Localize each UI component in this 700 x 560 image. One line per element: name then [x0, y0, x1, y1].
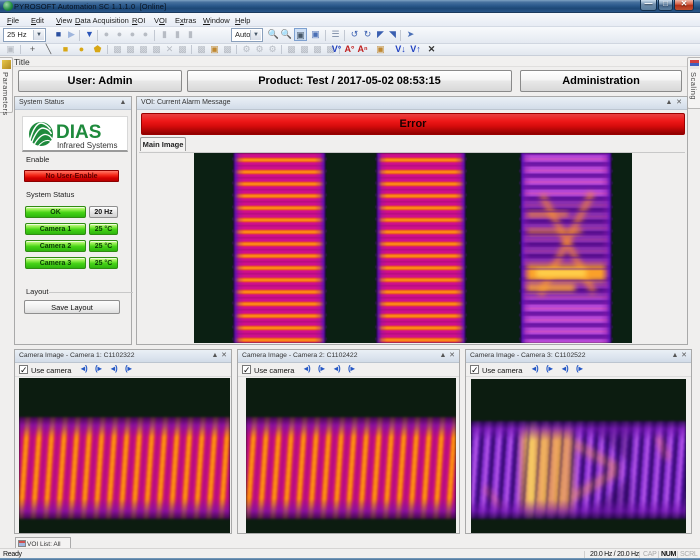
- svg-text:Infrared Systems: Infrared Systems: [57, 141, 117, 150]
- svg-text:DIAS: DIAS: [56, 122, 101, 143]
